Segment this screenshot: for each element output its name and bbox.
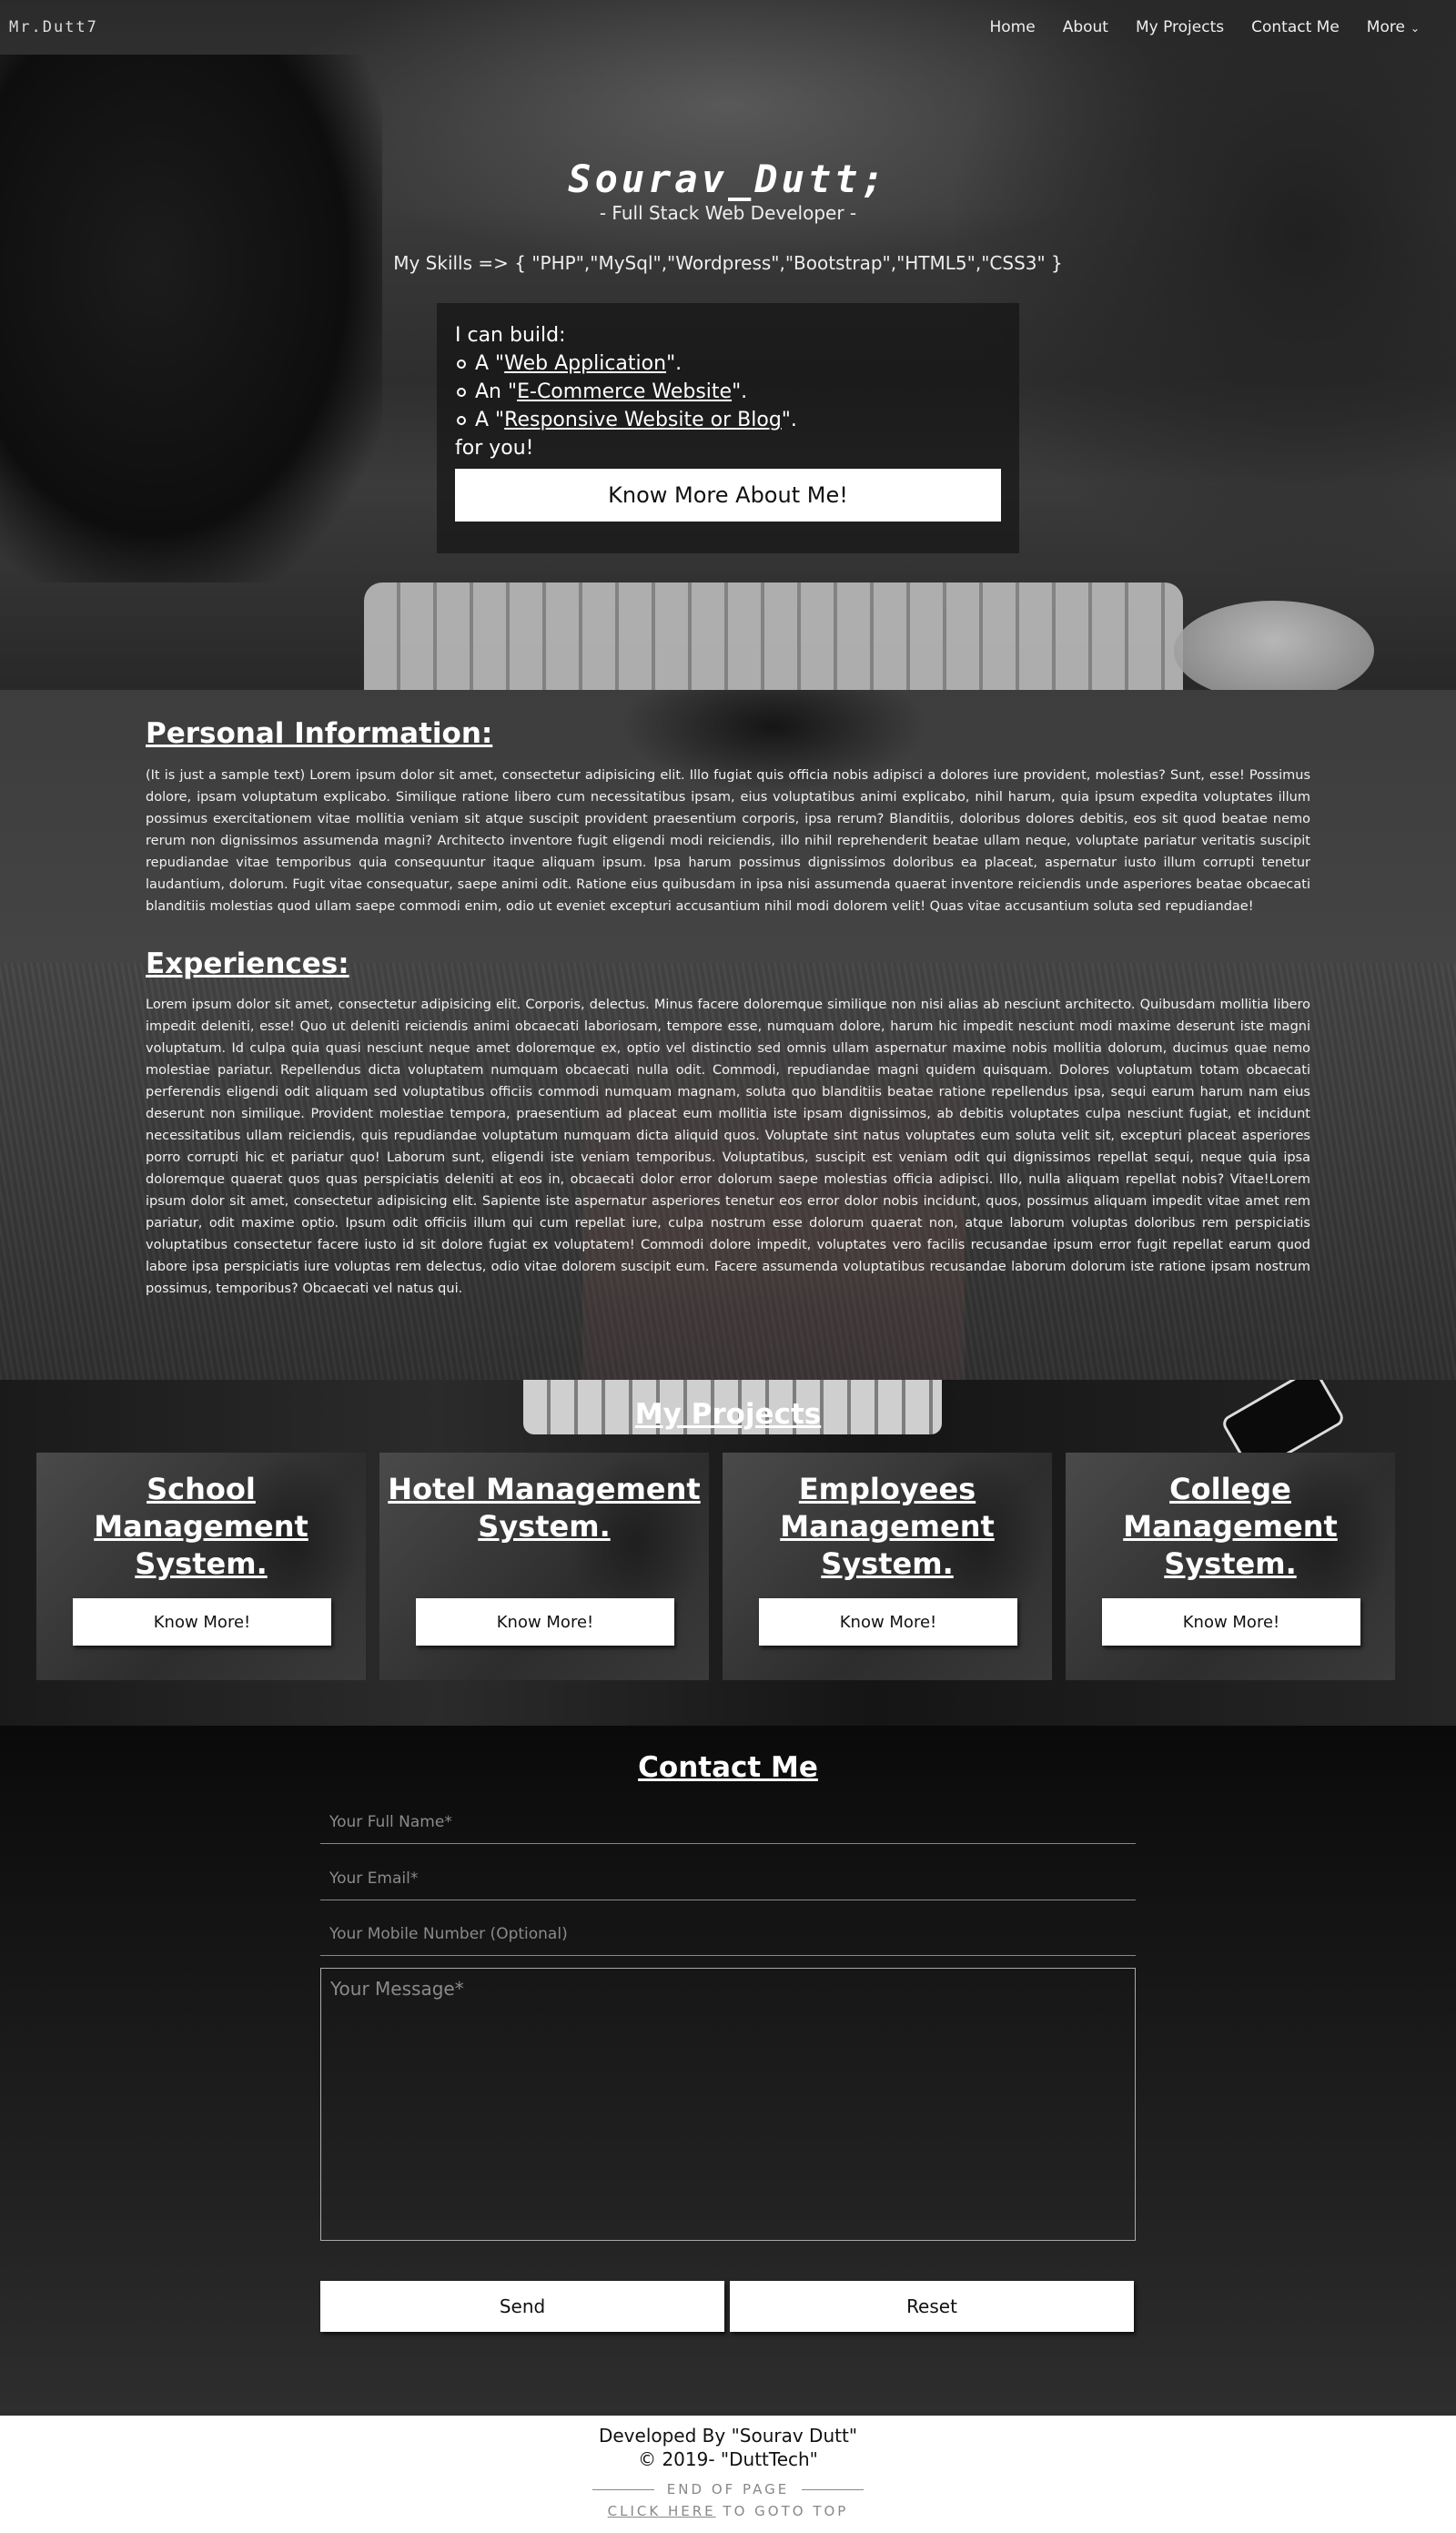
hero-background-shadow	[0, 55, 382, 583]
know-more-button[interactable]: Know More!	[416, 1598, 674, 1646]
build-item-prefix: A "	[475, 409, 505, 431]
responsive-website-link[interactable]: Responsive Website or Blog	[504, 409, 782, 431]
hero-section: Sourav_Dutt; - Full Stack Web Developer …	[0, 0, 1456, 690]
build-item-prefix: A "	[475, 352, 505, 375]
build-item-suffix: ".	[781, 409, 797, 431]
about-section: Personal Information: (It is just a samp…	[0, 690, 1456, 1380]
mobile-number-field[interactable]	[320, 1912, 1136, 1956]
full-name-field[interactable]	[320, 1800, 1136, 1844]
build-item-prefix: An "	[475, 380, 518, 403]
build-intro: I can build:	[455, 324, 566, 347]
nav-my-projects[interactable]: My Projects	[1136, 18, 1224, 36]
copyright: © 2019- "DuttTech"	[638, 2448, 818, 2470]
nav-about[interactable]: About	[1063, 18, 1108, 36]
divider	[592, 2489, 654, 2490]
email-field[interactable]	[320, 1857, 1136, 1900]
end-of-page: END OF PAGE	[0, 2481, 1456, 2498]
build-item: An "E-Commerce Website".	[455, 378, 1001, 406]
hero-role: - Full Stack Web Developer -	[599, 202, 857, 224]
goto-top: CLICK HERE TO GOTO TOP	[0, 2503, 1456, 2519]
nav-home[interactable]: Home	[989, 18, 1035, 36]
project-title[interactable]: Employees Management System.	[723, 1471, 1052, 1583]
personal-info-text: (It is just a sample text) Lorem ipsum d…	[146, 768, 1310, 914]
bullet-icon	[457, 416, 466, 425]
projects-heading: My Projects	[634, 1398, 822, 1431]
click-here-link[interactable]: CLICK HERE	[608, 2503, 716, 2519]
developed-by: Developed By "Sourav Dutt"	[598, 2425, 858, 2447]
brand-logo[interactable]: Mr.Dutt7	[9, 18, 98, 36]
build-item-suffix: ".	[732, 380, 748, 403]
know-more-button[interactable]: Know More!	[73, 1598, 331, 1646]
know-more-button[interactable]: Know More!	[1102, 1598, 1360, 1646]
build-item-suffix: ".	[666, 352, 682, 375]
mouse-image	[1174, 601, 1374, 690]
experiences-text: Lorem ipsum dolor sit amet, consectetur …	[146, 998, 1310, 1296]
project-title[interactable]: School Management System.	[36, 1471, 366, 1583]
hero-skills: My Skills => { "PHP","MySql","Wordpress"…	[393, 252, 1063, 274]
nav-contact-me[interactable]: Contact Me	[1251, 18, 1340, 36]
footer: Developed By "Sourav Dutt" © 2019- "Dutt…	[0, 2416, 1456, 2533]
project-title[interactable]: College Management System.	[1066, 1471, 1395, 1583]
build-box: I can build: A "Web Application". An "E-…	[437, 303, 1019, 553]
build-outro: for you!	[455, 437, 534, 460]
nav-menu: Home About My Projects Contact Me More ⌄	[989, 18, 1420, 36]
goto-top-label: TO GOTO TOP	[715, 2503, 849, 2519]
project-card-school: School Management System. Know More!	[36, 1453, 366, 1680]
contact-heading: Contact Me	[638, 1751, 818, 1784]
nav-more-dropdown[interactable]: More ⌄	[1367, 18, 1420, 36]
project-card-college: College Management System. Know More!	[1066, 1453, 1395, 1680]
project-card-hotel: Hotel Management System. Know More!	[379, 1453, 709, 1680]
reset-button[interactable]: Reset	[730, 2281, 1134, 2332]
web-application-link[interactable]: Web Application	[504, 352, 666, 375]
ecommerce-website-link[interactable]: E-Commerce Website	[517, 380, 732, 403]
send-button[interactable]: Send	[320, 2281, 724, 2332]
experiences-heading: Experiences:	[146, 947, 349, 980]
keyboard-image	[364, 583, 1183, 690]
hero-name: Sourav_Dutt;	[568, 157, 888, 201]
message-field[interactable]	[320, 1968, 1136, 2241]
contact-section: Contact Me Send Reset	[0, 1726, 1456, 2416]
bullet-icon	[457, 388, 466, 397]
personal-info-heading: Personal Information:	[146, 717, 493, 750]
top-navbar: Mr.Dutt7 Home About My Projects Contact …	[0, 0, 1456, 56]
build-item: A "Responsive Website or Blog".	[455, 406, 1001, 434]
chevron-down-icon: ⌄	[1410, 22, 1420, 35]
projects-section: My Projects School Management System. Kn…	[0, 1380, 1456, 1726]
know-more-about-me-button[interactable]: Know More About Me!	[455, 469, 1001, 522]
divider	[802, 2489, 864, 2490]
know-more-button[interactable]: Know More!	[759, 1598, 1017, 1646]
project-card-employees: Employees Management System. Know More!	[723, 1453, 1052, 1680]
project-title[interactable]: Hotel Management System.	[379, 1471, 709, 1545]
bullet-icon	[457, 360, 466, 369]
build-item: A "Web Application".	[455, 350, 1001, 378]
hero-background-shadow-right	[946, 0, 1456, 583]
end-of-page-label: END OF PAGE	[666, 2481, 790, 2498]
nav-more-label: More	[1366, 18, 1405, 36]
